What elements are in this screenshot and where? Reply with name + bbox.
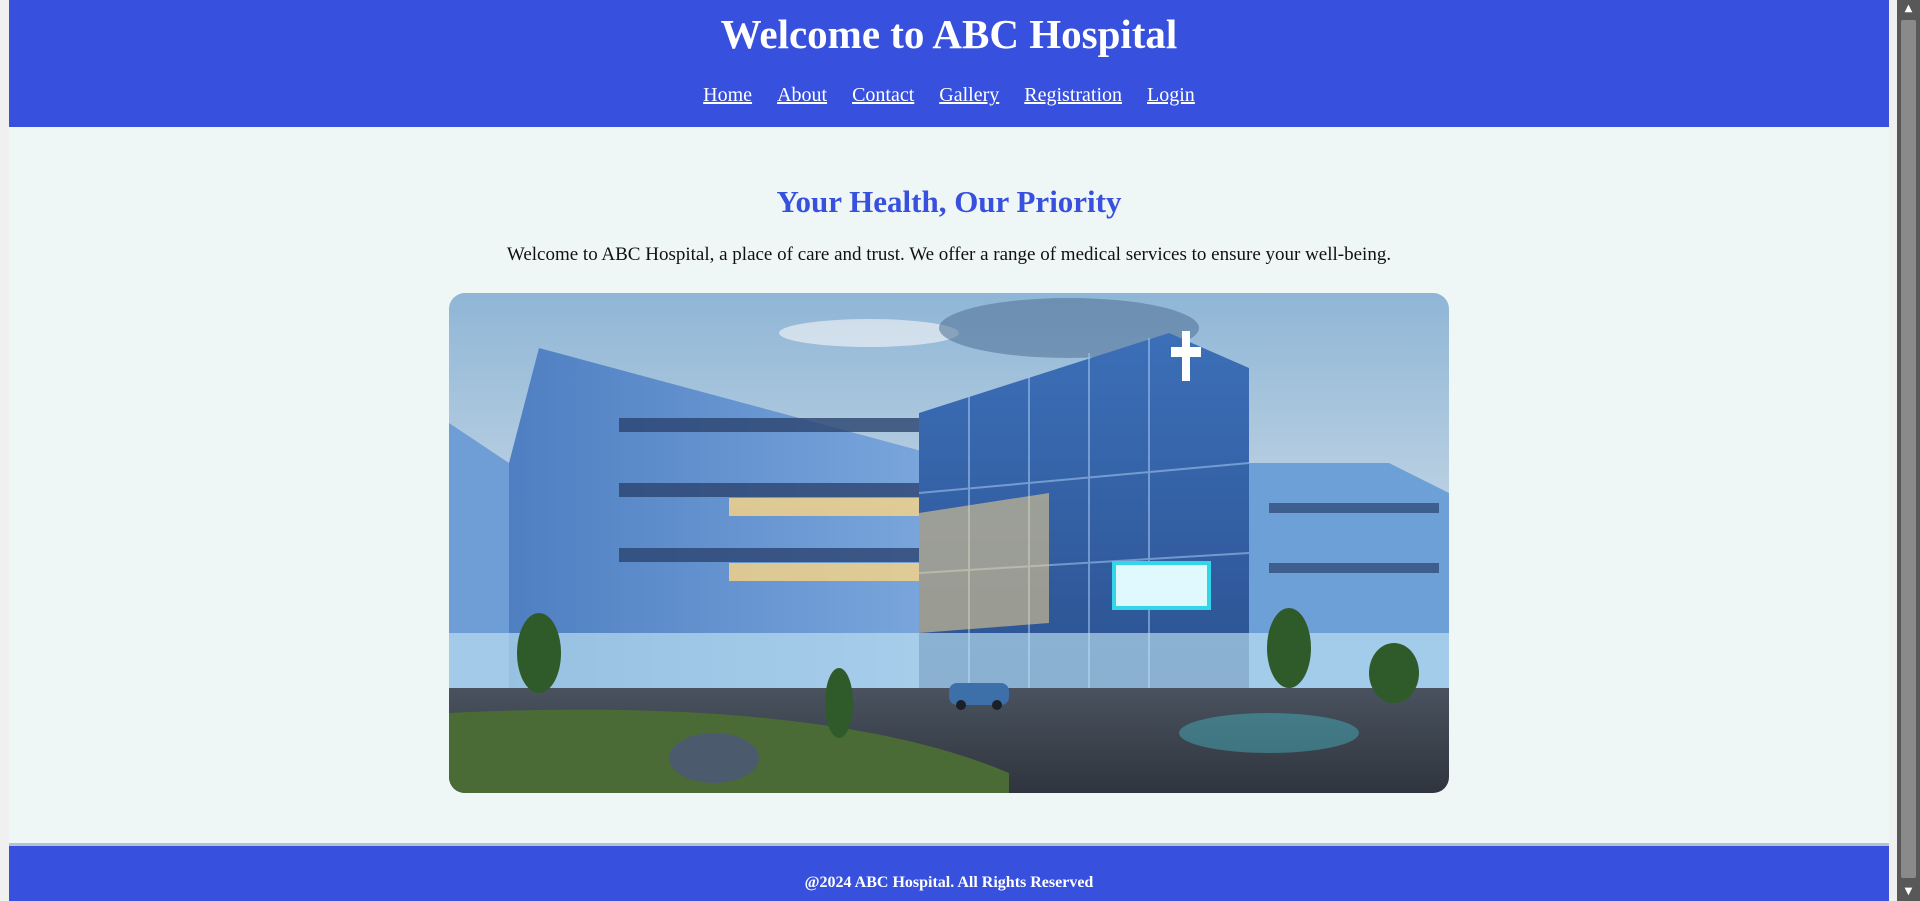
site-title: Welcome to ABC Hospital	[720, 11, 1178, 57]
nav-link-home[interactable]: Home	[703, 84, 752, 106]
nav-link-login[interactable]: Login	[1147, 84, 1195, 106]
vertical-scrollbar[interactable]: ▲ ▼	[1897, 0, 1920, 901]
nav-link-about[interactable]: About	[777, 84, 827, 106]
scrollbar-thumb[interactable]	[1901, 20, 1916, 878]
nav-link-gallery[interactable]: Gallery	[939, 84, 999, 106]
page: Welcome to ABC Hospital Home About Conta…	[9, 0, 1889, 901]
main-nav: Home About Contact Gallery Registration …	[9, 82, 1889, 108]
site-footer: @2024 ABC Hospital. All Rights Reserved	[9, 843, 1889, 901]
hospital-building-image	[449, 293, 1449, 793]
chevron-up-icon[interactable]: ▲	[1897, 0, 1920, 18]
chevron-down-icon[interactable]: ▼	[1897, 883, 1920, 901]
footer-copyright: @2024 ABC Hospital. All Rights Reserved	[804, 874, 1094, 891]
nav-link-contact[interactable]: Contact	[852, 84, 914, 106]
main-content: Your Health, Our Priority Welcome to ABC…	[9, 127, 1889, 843]
nav-link-registration[interactable]: Registration	[1024, 84, 1122, 106]
site-header: Welcome to ABC Hospital Home About Conta…	[9, 0, 1889, 127]
hero-intro-text: Welcome to ABC Hospital, a place of care…	[506, 244, 1392, 265]
browser-viewport: Welcome to ABC Hospital Home About Conta…	[0, 0, 1920, 901]
hero-heading: Your Health, Our Priority	[776, 184, 1122, 219]
